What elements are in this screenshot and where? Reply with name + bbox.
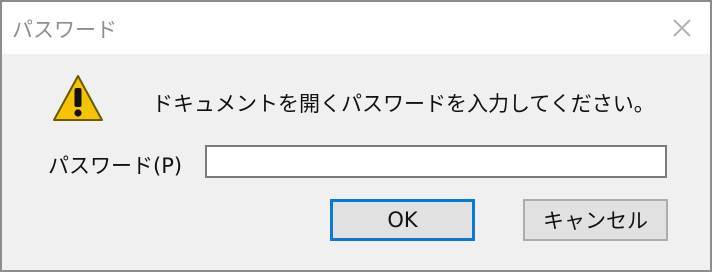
close-button[interactable] <box>654 2 710 54</box>
close-icon <box>671 17 693 39</box>
password-dialog: パスワード ドキュメントを開くパスワードを入力してください。 パスワード(P) … <box>0 0 712 272</box>
ok-button-label: OK <box>387 208 418 232</box>
warning-icon <box>52 74 104 122</box>
window-title: パスワード <box>12 18 117 42</box>
cancel-button[interactable]: キャンセル <box>523 199 668 241</box>
dialog-message: ドキュメントを開くパスワードを入力してください。 <box>152 92 655 116</box>
title-bar[interactable]: パスワード <box>2 2 710 54</box>
ok-button[interactable]: OK <box>330 199 475 241</box>
password-label: パスワード(P) <box>48 154 183 178</box>
cancel-button-label: キャンセル <box>543 209 648 233</box>
password-input[interactable] <box>205 145 667 178</box>
